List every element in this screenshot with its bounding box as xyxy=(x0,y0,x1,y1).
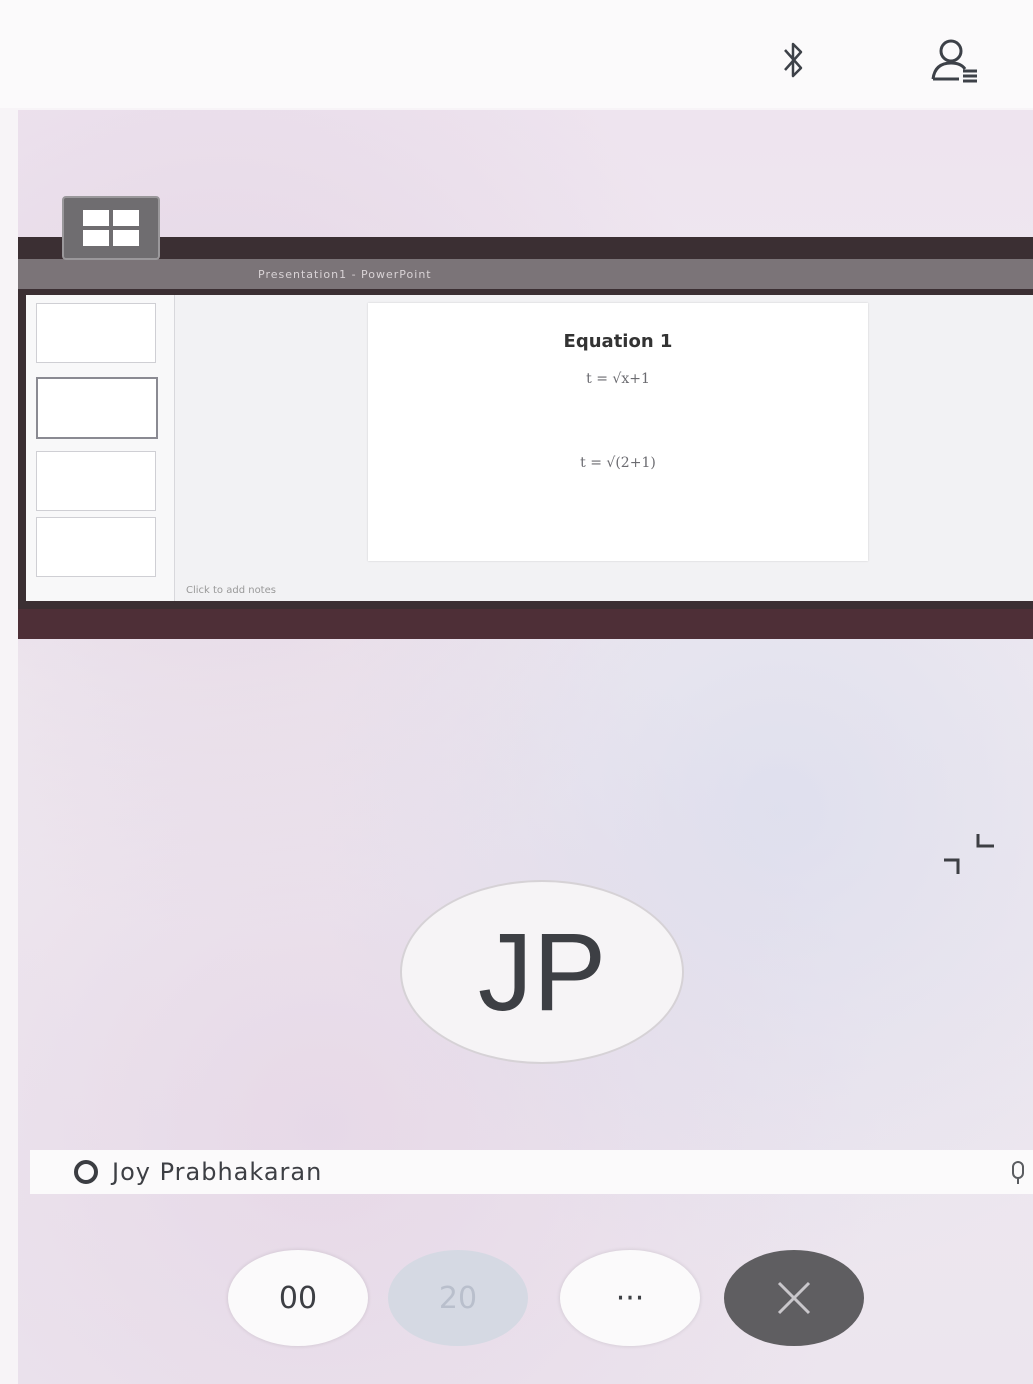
exit-fullscreen-icon xyxy=(944,834,994,874)
avatar-initials: JP xyxy=(477,910,607,1034)
slide-thumbnail xyxy=(36,377,158,439)
presence-status-icon xyxy=(74,1160,98,1184)
shared-window-content: Equation 1 t = √x+1 t = √(2+1) Click to … xyxy=(26,295,1033,601)
call-controls: 00 20 ··· xyxy=(0,1250,1033,1360)
slide-canvas: Equation 1 t = √x+1 t = √(2+1) xyxy=(368,303,868,561)
video-label: 20 xyxy=(438,1280,478,1316)
slide-title: Equation 1 xyxy=(563,331,673,352)
video-button[interactable]: 20 xyxy=(388,1250,528,1346)
hang-up-button[interactable] xyxy=(724,1250,864,1346)
slide-thumbnail xyxy=(36,451,156,511)
slide-formula: t = √(2+1) xyxy=(580,455,656,471)
participant-name: Joy Prabhakaran xyxy=(112,1158,323,1186)
microphone-icon xyxy=(1009,1160,1027,1190)
participant-avatar: JP xyxy=(400,880,684,1064)
more-options-button[interactable]: ··· xyxy=(560,1250,700,1346)
shared-window-title: Presentation1 - PowerPoint xyxy=(258,267,432,281)
mute-button[interactable]: 00 xyxy=(228,1250,368,1346)
mute-label: 00 xyxy=(278,1280,318,1316)
bluetooth-icon[interactable] xyxy=(764,30,824,90)
slide-thumbnails xyxy=(26,295,175,601)
grid-layout-icon xyxy=(83,210,139,246)
slide-thumbnail xyxy=(36,303,156,363)
shared-screen[interactable]: Presentation1 - PowerPoint Equation 1 t … xyxy=(18,237,1033,639)
shared-window-bottom-edge xyxy=(18,609,1033,639)
slide-formula: t = √x+1 xyxy=(586,371,650,387)
participant-name-bar: Joy Prabhakaran xyxy=(30,1150,1033,1194)
hang-up-icon xyxy=(777,1281,811,1315)
notes-placeholder: Click to add notes xyxy=(186,584,276,596)
slide-thumbnail xyxy=(36,517,156,577)
more-label: ··· xyxy=(615,1280,645,1316)
top-bar xyxy=(0,0,1033,108)
powerpoint-statusbar: Click to add notes xyxy=(26,579,1033,601)
layout-button[interactable] xyxy=(62,196,160,260)
exit-fullscreen-button[interactable] xyxy=(936,822,1000,886)
shared-window-titlebar: Presentation1 - PowerPoint xyxy=(18,259,1033,289)
participants-icon[interactable] xyxy=(924,30,984,90)
